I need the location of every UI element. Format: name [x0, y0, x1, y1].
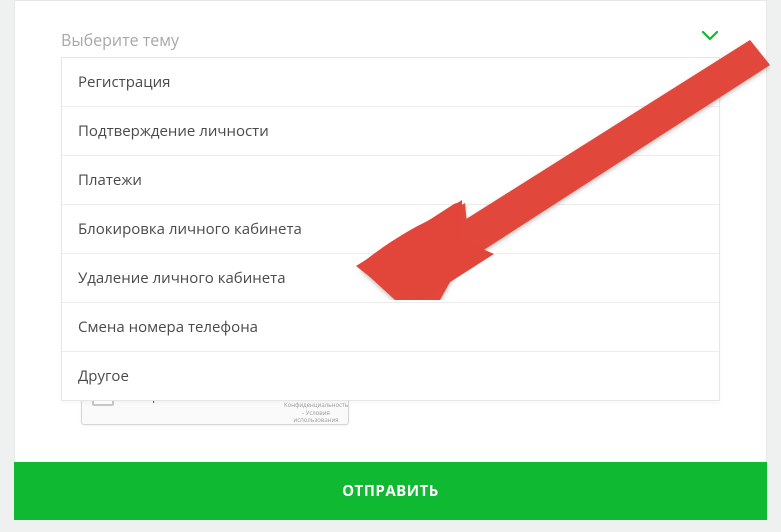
topic-select[interactable]: Выберите тему [61, 29, 720, 51]
submit-label: ОТПРАВИТЬ [342, 481, 439, 501]
form-card: Выберите тему Регистрация Подтверждение … [14, 0, 767, 520]
submit-button[interactable]: ОТПРАВИТЬ [14, 462, 767, 520]
dropdown-option[interactable]: Блокировка личного кабинета [62, 205, 719, 254]
topic-dropdown: Регистрация Подтверждение личности Плате… [61, 57, 720, 401]
dropdown-option[interactable]: Регистрация [62, 58, 719, 107]
chevron-down-icon [702, 31, 718, 41]
topic-select-placeholder: Выберите тему [61, 29, 179, 51]
dropdown-option[interactable]: Смена номера телефона [62, 303, 719, 352]
recaptcha-terms: Конфиденциальность - Условия использован… [284, 402, 348, 424]
dropdown-option[interactable]: Подтверждение личности [62, 107, 719, 156]
dropdown-option[interactable]: Удаление личного кабинета [62, 254, 719, 303]
dropdown-option[interactable]: Платежи [62, 156, 719, 205]
dropdown-option[interactable]: Другое [62, 352, 719, 400]
